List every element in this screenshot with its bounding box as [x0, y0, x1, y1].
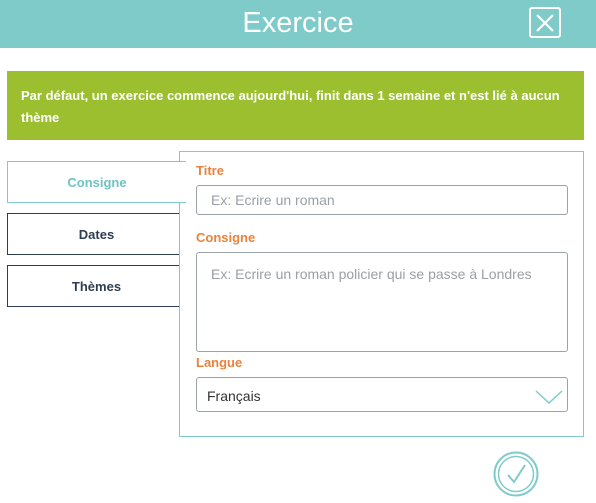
consigne-label: Consigne: [196, 230, 256, 245]
langue-select[interactable]: Français: [196, 377, 568, 412]
titre-input[interactable]: [196, 185, 568, 215]
check-circle-icon: [493, 451, 539, 497]
header-bar: Exercice: [0, 0, 596, 48]
langue-selected-value: Français: [207, 388, 261, 404]
info-banner: Par défaut, un exercice commence aujourd…: [7, 71, 584, 140]
page-title: Exercice: [242, 7, 354, 39]
close-button[interactable]: [529, 7, 561, 38]
tab-themes[interactable]: Thèmes: [7, 265, 186, 307]
consigne-panel: Titre Consigne Langue Français: [179, 151, 584, 437]
tab-consigne[interactable]: Consigne: [7, 161, 186, 203]
consigne-textarea[interactable]: [196, 252, 568, 352]
titre-label: Titre: [196, 163, 224, 178]
langue-label: Langue: [196, 355, 243, 370]
tab-dates[interactable]: Dates: [7, 213, 186, 255]
close-icon: [536, 14, 554, 32]
chevron-down-icon: [535, 390, 563, 404]
confirm-button[interactable]: [493, 451, 539, 497]
